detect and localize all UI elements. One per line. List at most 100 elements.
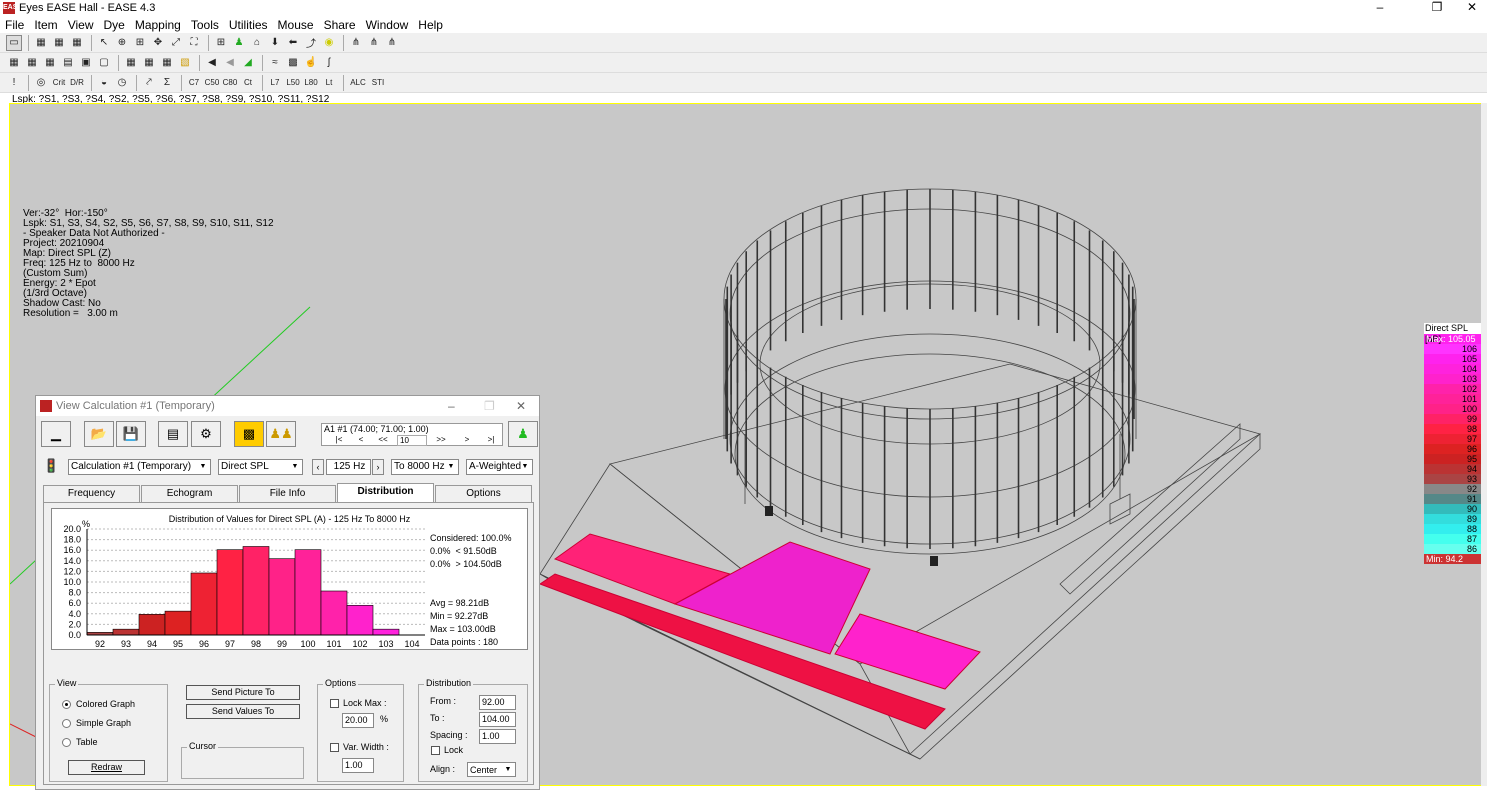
dialog-minimize[interactable]: – bbox=[448, 399, 455, 413]
walker-icon[interactable]: ♟ bbox=[508, 421, 538, 447]
menu-window[interactable]: Window bbox=[366, 18, 409, 32]
view-icon-2[interactable]: ▦ bbox=[51, 35, 67, 51]
view-icon-1[interactable]: ▦ bbox=[33, 35, 49, 51]
nav-button-3[interactable]: >> bbox=[432, 435, 450, 446]
ear-icon[interactable]: ʃ bbox=[321, 55, 337, 71]
grid-icon[interactable]: ⊞ bbox=[213, 35, 229, 51]
nav-button-0[interactable]: |< bbox=[330, 435, 348, 446]
close-button[interactable]: ✕ bbox=[1457, 0, 1487, 16]
fork-icon-1[interactable]: ⋔ bbox=[348, 35, 364, 51]
menu-help[interactable]: Help bbox=[418, 18, 443, 32]
ct-icon[interactable]: Ct bbox=[240, 75, 256, 91]
wave-icon[interactable]: ≈ bbox=[267, 55, 283, 71]
view-radio-2[interactable]: Table bbox=[62, 737, 98, 747]
layout-icon-3[interactable]: ▦ bbox=[42, 55, 58, 71]
lt-icon[interactable]: Lt bbox=[321, 75, 337, 91]
fit-icon[interactable]: ⛶ bbox=[186, 35, 202, 51]
hand-icon[interactable]: ☝ bbox=[303, 55, 319, 71]
map-icon-4[interactable]: ▧ bbox=[177, 55, 193, 71]
notes-icon[interactable]: ▤ bbox=[158, 421, 188, 447]
menu-mouse[interactable]: Mouse bbox=[278, 18, 314, 32]
layout-icon-2[interactable]: ▦ bbox=[24, 55, 40, 71]
pointer-icon[interactable]: ↖ bbox=[96, 35, 112, 51]
align-combo[interactable]: Center ▼ bbox=[467, 762, 516, 777]
minimize-button[interactable]: – bbox=[1365, 0, 1395, 16]
zoom-box-icon[interactable]: ⊞ bbox=[132, 35, 148, 51]
crit-icon[interactable]: Crit bbox=[51, 75, 67, 91]
freq-next-button[interactable]: › bbox=[372, 459, 384, 475]
c7-icon[interactable]: C7 bbox=[186, 75, 202, 91]
clock-icon[interactable]: ◷ bbox=[114, 75, 130, 91]
l80-icon[interactable]: L80 bbox=[303, 75, 319, 91]
c50-icon[interactable]: C50 bbox=[204, 75, 220, 91]
calculation-combo[interactable]: Calculation #1 (Temporary) ▼ bbox=[68, 459, 211, 475]
view-radio-0[interactable]: Colored Graph bbox=[62, 699, 135, 709]
speaker-icon[interactable]: ◀ bbox=[204, 55, 220, 71]
menu-share[interactable]: Share bbox=[324, 18, 356, 32]
menu-file[interactable]: File bbox=[5, 18, 24, 32]
car-icon[interactable]: ◒ bbox=[96, 75, 112, 91]
radio-circle[interactable] bbox=[62, 699, 71, 709]
left-icon[interactable]: ⬅ bbox=[285, 35, 301, 51]
vertical-scrollbar[interactable] bbox=[1481, 103, 1487, 786]
view-radio-1[interactable]: Simple Graph bbox=[62, 718, 131, 728]
sti-icon[interactable]: STI bbox=[370, 75, 386, 91]
menu-mapping[interactable]: Mapping bbox=[135, 18, 181, 32]
exclaim-icon[interactable]: ! bbox=[6, 75, 22, 91]
rotate-icon[interactable]: ⊕ bbox=[114, 35, 130, 51]
target-icon[interactable]: ◉ bbox=[321, 35, 337, 51]
nav-button-4[interactable]: > bbox=[458, 435, 476, 446]
sum-icon[interactable]: Σ bbox=[159, 75, 175, 91]
l50-icon[interactable]: L50 bbox=[285, 75, 301, 91]
fork-icon-3[interactable]: ⋔ bbox=[384, 35, 400, 51]
grid-map-icon[interactable]: ▩ bbox=[285, 55, 301, 71]
var-width-checkbox[interactable]: Var. Width : bbox=[330, 742, 389, 752]
map-type-combo[interactable]: Direct SPL ▼ bbox=[218, 459, 303, 475]
c80-icon[interactable]: C80 bbox=[222, 75, 238, 91]
map-icon-1[interactable]: ▦ bbox=[123, 55, 139, 71]
freq-prev-button[interactable]: ‹ bbox=[312, 459, 324, 475]
var-width-field[interactable]: 1.00 bbox=[342, 758, 374, 773]
people-icon[interactable]: ♟♟ bbox=[266, 421, 296, 447]
radio-circle[interactable] bbox=[62, 737, 71, 747]
eye-icon[interactable]: ◎ bbox=[33, 75, 49, 91]
tab-options[interactable]: Options bbox=[435, 485, 532, 502]
tab-file-info[interactable]: File Info bbox=[239, 485, 336, 502]
maximize-button[interactable]: ❐ bbox=[1422, 0, 1452, 16]
menu-view[interactable]: View bbox=[68, 18, 94, 32]
dialog-maximize[interactable]: ❐ bbox=[484, 399, 495, 413]
jump-icon[interactable]: ⤴ bbox=[303, 35, 319, 51]
fork-icon-2[interactable]: ⋔ bbox=[366, 35, 382, 51]
send-values-button[interactable]: Send Values To bbox=[186, 704, 300, 719]
layout-icon-4[interactable]: ▤ bbox=[60, 55, 76, 71]
pan-icon[interactable]: ✥ bbox=[150, 35, 166, 51]
speaker-off-icon[interactable]: ◀ bbox=[222, 55, 238, 71]
freq-from-field[interactable]: 125 Hz bbox=[326, 459, 371, 475]
layout-icon-6[interactable]: ▢ bbox=[96, 55, 112, 71]
home-icon[interactable]: ⌂ bbox=[249, 35, 265, 51]
down-icon[interactable]: ⬇ bbox=[267, 35, 283, 51]
from-field[interactable]: 92.00 bbox=[479, 695, 516, 710]
save-icon[interactable]: 💾 bbox=[116, 421, 146, 447]
nav-button-2[interactable]: << bbox=[374, 435, 392, 446]
nav-button-5[interactable]: >| bbox=[482, 435, 500, 446]
nav-button-1[interactable]: < bbox=[352, 435, 370, 446]
folder-open-icon[interactable]: 📂 bbox=[84, 421, 114, 447]
menu-dye[interactable]: Dye bbox=[103, 18, 124, 32]
lock-max-checkbox[interactable]: Lock Max : bbox=[330, 698, 387, 708]
view-icon-3[interactable]: ▦ bbox=[69, 35, 85, 51]
lock-checkbox[interactable]: Lock bbox=[431, 745, 463, 755]
walker-icon[interactable]: ♟ bbox=[231, 35, 247, 51]
weighting-combo[interactable]: A-Weighted ▼ bbox=[466, 459, 533, 475]
menu-utilities[interactable]: Utilities bbox=[229, 18, 268, 32]
dr-icon[interactable]: D/R bbox=[69, 75, 85, 91]
ray-icon[interactable]: ⤤ bbox=[141, 75, 157, 91]
lock-max-field[interactable]: 20.00 bbox=[342, 713, 374, 728]
area-icon[interactable]: ◢ bbox=[240, 55, 256, 71]
spacing-field[interactable]: 1.00 bbox=[479, 729, 516, 744]
to-field[interactable]: 104.00 bbox=[479, 712, 516, 727]
radio-circle[interactable] bbox=[62, 718, 71, 728]
open-icon[interactable]: ▭ bbox=[6, 34, 22, 51]
step-field[interactable]: 10 bbox=[397, 435, 427, 446]
freq-to-combo[interactable]: To 8000 Hz ▼ bbox=[391, 459, 459, 475]
